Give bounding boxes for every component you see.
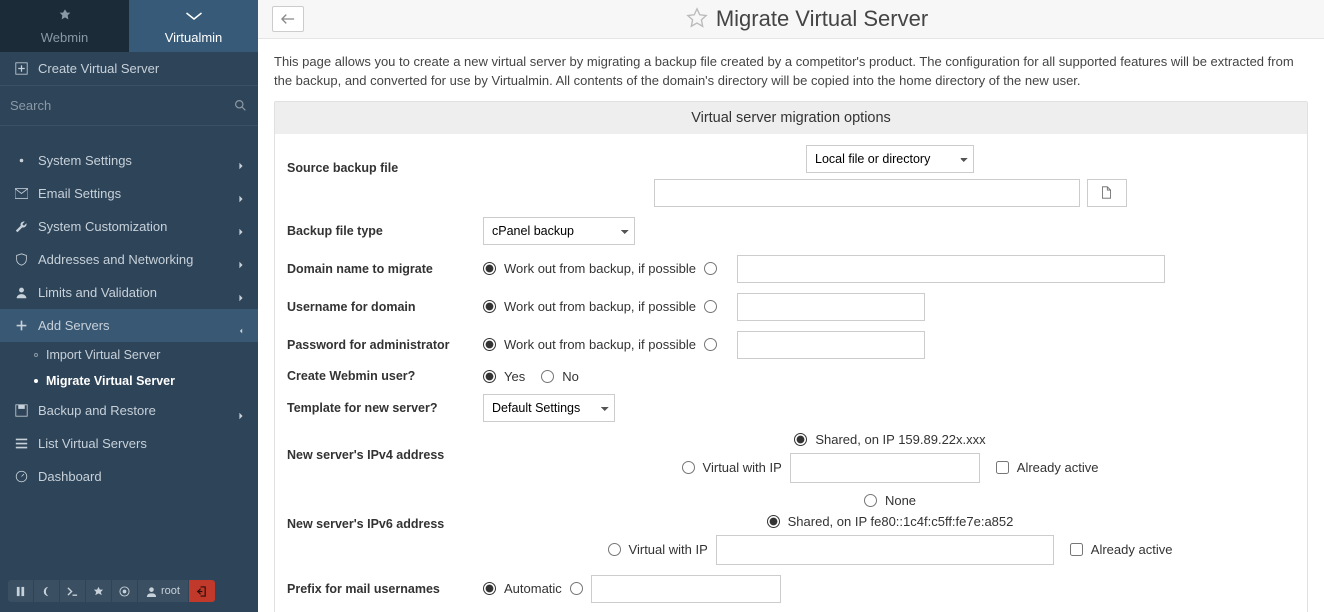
bottom-toolbar: root	[0, 574, 258, 612]
webmin-icon	[56, 8, 74, 27]
sidebar: Webmin Virtualmin Create Virtual Server …	[0, 0, 258, 612]
sidebar-item-addresses[interactable]: Addresses and Networking	[0, 243, 258, 276]
top-tabs: Webmin Virtualmin	[0, 0, 258, 52]
ipv4-active-checkbox[interactable]	[996, 461, 1009, 474]
pause-button[interactable]	[8, 580, 34, 602]
main-content: Migrate Virtual Server This page allows …	[258, 0, 1324, 612]
tab-webmin[interactable]: Webmin	[0, 0, 129, 52]
tab-webmin-label: Webmin	[41, 30, 88, 45]
chevron-down-icon	[185, 8, 203, 27]
ipv6-shared-radio[interactable]	[767, 515, 780, 528]
source-type-select[interactable]: Local file or directory	[806, 145, 974, 173]
page-header: Migrate Virtual Server	[258, 0, 1324, 39]
shield-icon	[14, 253, 28, 266]
sidebar-item-limits[interactable]: Limits and Validation	[0, 276, 258, 309]
night-button[interactable]	[34, 580, 60, 602]
user-button[interactable]: root	[138, 580, 189, 602]
ipv6-label: New server's IPv6 address	[285, 493, 483, 531]
caret-icon	[238, 224, 244, 230]
sub-migrate[interactable]: Migrate Virtual Server	[0, 368, 258, 394]
prefix-label: Prefix for mail usernames	[285, 582, 483, 596]
search-input[interactable]	[10, 92, 232, 119]
caret-icon	[238, 408, 244, 414]
webmin-no-radio[interactable]	[541, 370, 554, 383]
list-icon	[14, 437, 28, 450]
domain-workout-radio[interactable]	[483, 262, 496, 275]
panel-title: Virtual server migration options	[275, 102, 1307, 134]
logout-button[interactable]	[189, 580, 215, 602]
user-icon	[14, 286, 28, 299]
ipv4-virtual-radio[interactable]	[682, 461, 695, 474]
source-path-input[interactable]	[654, 179, 1080, 207]
gear-icon	[14, 154, 28, 167]
sidebar-item-backup[interactable]: Backup and Restore	[0, 394, 258, 427]
ipv4-input[interactable]	[790, 453, 980, 483]
user-custom-radio[interactable]	[704, 300, 717, 313]
search-icon[interactable]	[232, 98, 248, 114]
page-title: Migrate Virtual Server	[716, 6, 928, 32]
tab-virtualmin[interactable]: Virtualmin	[129, 0, 258, 52]
sidebar-item-list[interactable]: List Virtual Servers	[0, 427, 258, 460]
intro-text: This page allows you to create a new vir…	[258, 39, 1324, 101]
ipv6-none-radio[interactable]	[864, 494, 877, 507]
plus-icon	[14, 319, 28, 332]
sidebar-item-dashboard[interactable]: Dashboard	[0, 460, 258, 493]
settings-button[interactable]	[112, 580, 138, 602]
terminal-button[interactable]	[60, 580, 86, 602]
pass-workout-radio[interactable]	[483, 338, 496, 351]
ipv6-input[interactable]	[716, 535, 1054, 565]
wrench-icon	[14, 220, 28, 233]
gauge-icon	[14, 470, 28, 483]
prefix-input[interactable]	[591, 575, 781, 603]
user-workout-radio[interactable]	[483, 300, 496, 313]
envelope-icon	[14, 187, 28, 200]
template-label: Template for new server?	[285, 401, 483, 415]
favorite-button[interactable]	[86, 580, 112, 602]
backup-type-select[interactable]: cPanel backup	[483, 217, 635, 245]
submenu-add-servers: Import Virtual Server Migrate Virtual Se…	[0, 342, 258, 394]
caret-down-icon	[238, 323, 244, 329]
save-icon	[14, 404, 28, 417]
username-input[interactable]	[737, 293, 925, 321]
type-label: Backup file type	[285, 224, 483, 238]
username-label: Username for domain	[285, 300, 483, 314]
sidebar-item-customization[interactable]: System Customization	[0, 210, 258, 243]
sub-import[interactable]: Import Virtual Server	[0, 342, 258, 368]
domain-input[interactable]	[737, 255, 1165, 283]
webmin-label: Create Webmin user?	[285, 369, 483, 383]
tab-virtualmin-label: Virtualmin	[165, 30, 223, 45]
bullet-icon	[34, 353, 38, 357]
caret-icon	[238, 290, 244, 296]
star-icon[interactable]	[686, 7, 708, 32]
ipv6-virtual-radio[interactable]	[608, 543, 621, 556]
back-button[interactable]	[272, 6, 304, 32]
sidebar-item-system-settings[interactable]: System Settings	[0, 144, 258, 177]
ipv6-active-checkbox[interactable]	[1070, 543, 1083, 556]
webmin-yes-radio[interactable]	[483, 370, 496, 383]
prefix-custom-radio[interactable]	[570, 582, 583, 595]
source-label: Source backup file	[285, 145, 483, 175]
caret-icon	[238, 158, 244, 164]
caret-icon	[238, 191, 244, 197]
template-select[interactable]: Default Settings	[483, 394, 615, 422]
sidebar-create-label: Create Virtual Server	[38, 61, 244, 76]
caret-icon	[238, 257, 244, 263]
pass-custom-radio[interactable]	[704, 338, 717, 351]
ipv4-shared-radio[interactable]	[794, 433, 807, 446]
domain-label: Domain name to migrate	[285, 262, 483, 276]
sidebar-item-email[interactable]: Email Settings	[0, 177, 258, 210]
options-panel: Virtual server migration options Source …	[274, 101, 1308, 612]
domain-custom-radio[interactable]	[704, 262, 717, 275]
plus-square-icon	[14, 62, 28, 75]
sidebar-item-add-servers[interactable]: Add Servers	[0, 309, 258, 342]
search-wrap	[0, 85, 258, 126]
sidebar-item-create[interactable]: Create Virtual Server	[0, 52, 258, 85]
password-input[interactable]	[737, 331, 925, 359]
bullet-icon	[34, 379, 38, 383]
prefix-auto-radio[interactable]	[483, 582, 496, 595]
file-browse-button[interactable]	[1087, 179, 1127, 207]
password-label: Password for administrator	[285, 338, 483, 352]
ipv4-label: New server's IPv4 address	[285, 432, 483, 462]
